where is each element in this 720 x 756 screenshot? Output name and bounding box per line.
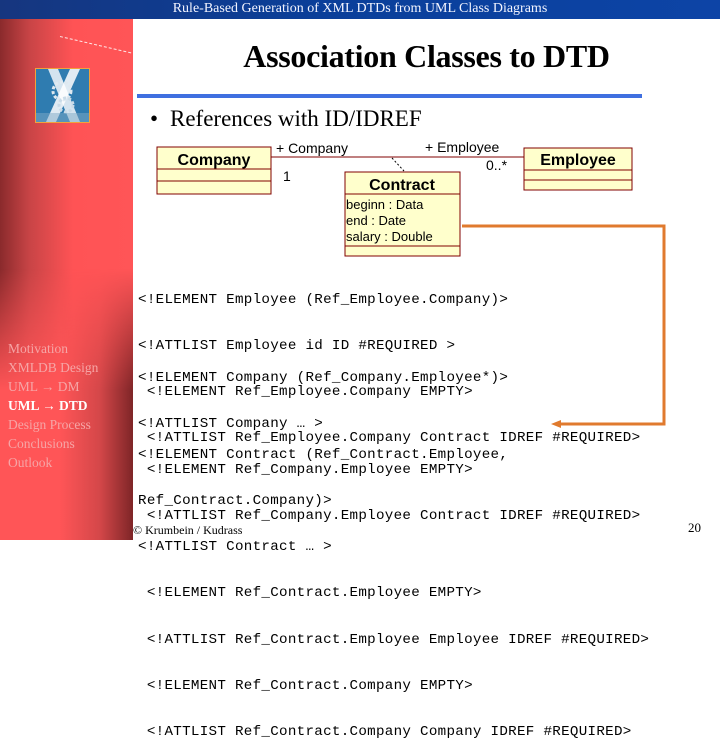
nav-item-conclusions[interactable]: Conclusions bbox=[8, 434, 133, 453]
section-nav: Motivation XMLDB Design UML → DM UML → D… bbox=[8, 339, 133, 472]
copyright-footer: © Krumbein / Kudrass bbox=[133, 523, 243, 537]
class-employee-box bbox=[523, 147, 633, 191]
class-employee-name: Employee bbox=[540, 152, 616, 169]
title-underline bbox=[137, 94, 642, 98]
class-employee: Employee bbox=[523, 147, 633, 191]
multiplicity-employee: 0..* bbox=[486, 157, 508, 173]
code-block-contract: <!ELEMENT Contract (Ref_Contract.Employe… bbox=[138, 417, 649, 756]
class-company: Company bbox=[156, 146, 272, 195]
slide-title: Association Classes to DTD bbox=[243, 38, 610, 74]
code-line: <!ELEMENT Ref_Contract.Company EMPTY> bbox=[138, 677, 473, 694]
role-label-company: + Company bbox=[276, 140, 348, 156]
class-contract-attribute: beginn : Data bbox=[346, 197, 424, 212]
role-label-employee: + Employee bbox=[425, 139, 500, 155]
multiplicity-company: 1 bbox=[283, 168, 291, 184]
association-class-link bbox=[391, 157, 405, 172]
xml-logo-graphic bbox=[36, 69, 89, 122]
code-line: Ref_Contract.Company)> bbox=[138, 493, 332, 510]
page-number: 20 bbox=[688, 520, 701, 535]
bullet-marker: • bbox=[150, 106, 159, 131]
code-line: <!ELEMENT Contract (Ref_Contract.Employe… bbox=[138, 446, 509, 463]
nav-item-xmldb-design[interactable]: XMLDB Design bbox=[8, 358, 133, 377]
sidebar: Motivation XMLDB Design UML → DM UML → D… bbox=[0, 19, 133, 540]
sidebar-shade bbox=[0, 269, 133, 540]
code-line: <!ATTLIST Ref_Contract.Employee Employee… bbox=[138, 631, 650, 648]
bullet-text: References with ID/IDREF bbox=[170, 106, 422, 131]
class-contract-attribute: end : Date bbox=[346, 213, 406, 228]
presentation-title: Rule-Based Generation of XML DTDs from U… bbox=[172, 1, 548, 16]
nav-item-motivation[interactable]: Motivation bbox=[8, 339, 133, 358]
decorative-dashed-line bbox=[59, 36, 133, 55]
class-contract-name: Contract bbox=[369, 177, 435, 194]
bullet-point: • References with ID/IDREF bbox=[150, 106, 422, 132]
nav-item-outlook[interactable]: Outlook bbox=[8, 453, 133, 472]
code-line: <!ATTLIST Contract … > bbox=[138, 539, 332, 556]
nav-item-uml-dm[interactable]: UML → DM bbox=[8, 377, 133, 396]
class-contract-attribute: salary : Double bbox=[346, 229, 433, 244]
xml-logo-icon bbox=[35, 68, 90, 123]
code-line: <!ELEMENT Ref_Contract.Employee EMPTY> bbox=[138, 585, 482, 602]
code-line: <!ELEMENT Employee (Ref_Employee.Company… bbox=[138, 291, 509, 308]
code-line: <!ATTLIST Ref_Contract.Company Company I… bbox=[138, 724, 632, 741]
nav-item-uml-dtd[interactable]: UML → DTD bbox=[8, 396, 133, 415]
code-line: <!ELEMENT Company (Ref_Company.Employee*… bbox=[138, 369, 509, 386]
class-company-box bbox=[156, 146, 272, 195]
class-company-name: Company bbox=[178, 152, 251, 169]
presentation-header-bar: Rule-Based Generation of XML DTDs from U… bbox=[0, 0, 720, 19]
class-contract-box bbox=[344, 171, 461, 257]
nav-item-design-process[interactable]: Design Process bbox=[8, 415, 133, 434]
class-contract: Contract beginn : Data end : Date salary… bbox=[344, 171, 461, 257]
